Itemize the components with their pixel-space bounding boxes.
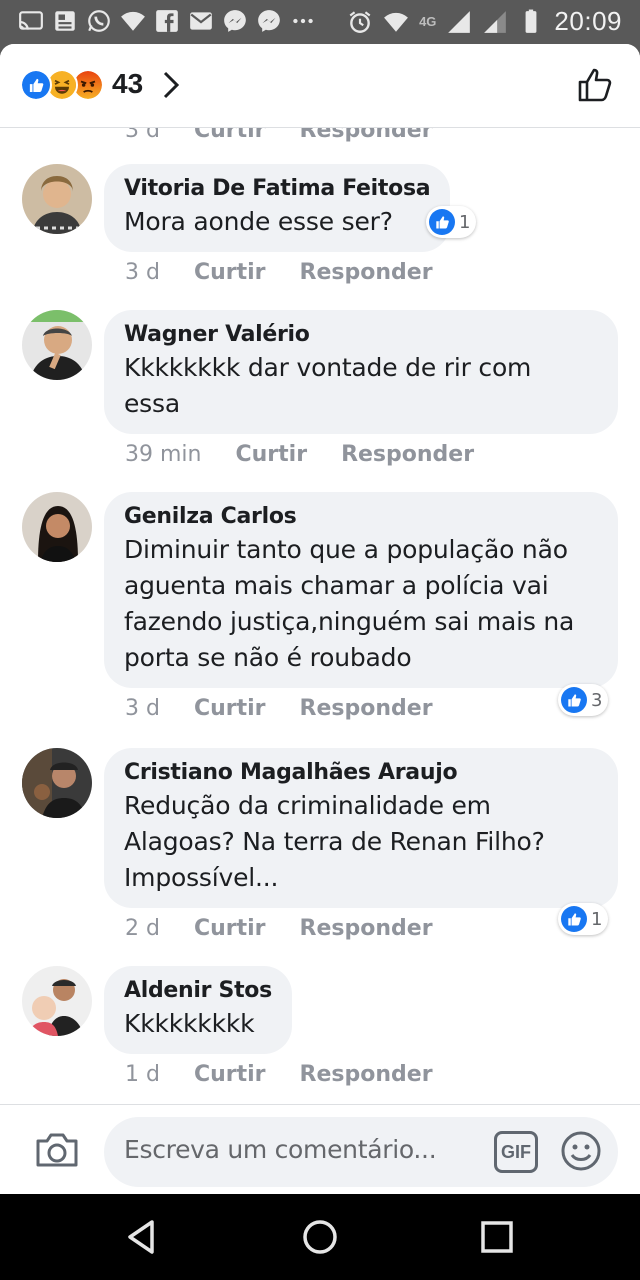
back-icon[interactable] (120, 1214, 166, 1260)
system-navigation-bar (0, 1194, 640, 1280)
like-link[interactable]: Curtir (194, 696, 266, 721)
comment-time: 3 d (125, 696, 160, 721)
like-reaction-icon (561, 687, 587, 713)
battery-icon (526, 9, 537, 33)
comment-author[interactable]: Aldenir Stos (124, 976, 272, 1006)
comment-author[interactable]: Cristiano Magalhães Araujo (124, 758, 598, 788)
like-reaction-icon (429, 209, 455, 235)
reaction-summary[interactable] (20, 69, 108, 101)
reply-link[interactable]: Responder (300, 260, 433, 285)
comment-input-placeholder: Escreva um comentário... (124, 1135, 437, 1164)
avatar[interactable] (22, 310, 92, 380)
comment-time: 2 d (125, 916, 160, 941)
avatar[interactable] (22, 164, 92, 234)
gif-button[interactable]: GIF (494, 1131, 538, 1173)
whatsapp-icon (88, 10, 110, 32)
cast-icon (19, 11, 43, 30)
network-type: 4G (419, 14, 437, 29)
camera-icon[interactable] (34, 1127, 80, 1173)
wifi-icon (384, 12, 408, 32)
comment-text-line: fazendo justiça,ninguém sai mais na (124, 607, 575, 636)
reply-link[interactable]: Responder (300, 916, 433, 941)
comment-text: Kkkkkkkkk (124, 1009, 255, 1038)
like-reaction-icon (20, 69, 52, 101)
recents-icon[interactable] (474, 1214, 520, 1260)
comment-text-line: Redução da criminalidade em (124, 791, 491, 820)
reply-link[interactable]: Responder (300, 696, 433, 721)
mail-icon (190, 12, 212, 30)
alarm-icon (349, 10, 371, 33)
comment-actions: 1 d Curtir Responder (125, 1062, 433, 1087)
messenger-icon (258, 10, 280, 32)
notification-icons (18, 8, 316, 34)
like-button[interactable] (576, 64, 616, 104)
avatar[interactable] (22, 966, 92, 1036)
like-reaction-icon (561, 906, 587, 932)
clock: 20:09 (554, 6, 622, 36)
comment-bubble[interactable]: Cristiano Magalhães Araujo Redução da cr… (104, 748, 618, 908)
comment-text-line: Kkkkkkkk dar vontade de rir com (124, 353, 532, 382)
like-link[interactable]: Curtir (194, 128, 266, 143)
reaction-number: 3 (591, 689, 603, 711)
like-link[interactable]: Curtir (194, 260, 266, 285)
news-icon (55, 11, 75, 31)
signal-icon (484, 10, 507, 33)
comment-time: 3 d (125, 260, 160, 285)
comment-text-line: Impossível... (124, 863, 279, 892)
status-bar: 4G 20:09 (0, 0, 640, 44)
comment-time: 3 d (125, 128, 160, 143)
comment-bubble[interactable]: Wagner Valério Kkkkkkkk dar vontade de r… (104, 310, 618, 434)
comments-sheet: 43 3 d Curtir Responder Vitoria De Fatim… (0, 44, 640, 1194)
signal-icon (448, 10, 471, 33)
comment-author[interactable]: Wagner Valério (124, 320, 598, 350)
comment-list: 3 d Curtir Responder Vitoria De Fatima F… (0, 128, 640, 1104)
chevron-right-icon[interactable] (160, 70, 182, 100)
home-icon[interactable] (297, 1214, 343, 1260)
emoji-icon[interactable] (559, 1129, 603, 1173)
comment-reaction-count[interactable]: 3 (558, 684, 609, 716)
comment-actions: 3 d Curtir Responder (125, 696, 433, 721)
comment-text-line: porta se não é roubado (124, 643, 412, 672)
comment-input[interactable]: Escreva um comentário... GIF (104, 1117, 618, 1187)
like-link[interactable]: Curtir (235, 442, 307, 467)
comment-composer: Escreva um comentário... GIF (0, 1104, 640, 1194)
previous-comment-actions: 3 d Curtir Responder (125, 128, 433, 143)
comment-text-line: Alagoas? Na terra de Renan Filho? (124, 827, 545, 856)
comment-actions: 3 d Curtir Responder (125, 260, 433, 285)
like-link[interactable]: Curtir (194, 916, 266, 941)
comment-author[interactable]: Genilza Carlos (124, 502, 598, 532)
comment-text: Mora aonde esse ser? (124, 207, 393, 236)
comment-time: 39 min (125, 442, 202, 467)
reply-link[interactable]: Responder (341, 442, 474, 467)
comment-time: 1 d (125, 1062, 160, 1087)
more-icon (293, 18, 313, 24)
reactions-header: 43 (0, 44, 640, 128)
system-icons: 4G 20:09 (347, 6, 622, 37)
comment-reaction-count[interactable]: 1 (558, 903, 609, 935)
comment-actions: 2 d Curtir Responder (125, 916, 433, 941)
comment-bubble[interactable]: Aldenir Stos Kkkkkkkkk (104, 966, 292, 1054)
avatar[interactable] (22, 492, 92, 562)
reply-link[interactable]: Responder (300, 1062, 433, 1087)
reply-link[interactable]: Responder (300, 128, 433, 143)
comment-text-line: aguenta mais chamar a polícia vai (124, 571, 549, 600)
like-link[interactable]: Curtir (194, 1062, 266, 1087)
comment-text-line: Diminuir tanto que a população não (124, 535, 568, 564)
messenger-icon (224, 10, 246, 32)
comment-author[interactable]: Vitoria De Fatima Feitosa (124, 174, 431, 204)
wifi-icon (121, 11, 145, 31)
reaction-number: 1 (591, 908, 603, 930)
reaction-number: 1 (459, 211, 471, 233)
comment-bubble[interactable]: Genilza Carlos Diminuir tanto que a popu… (104, 492, 618, 688)
comment-reaction-count[interactable]: 1 (426, 206, 477, 238)
avatar[interactable] (22, 748, 92, 818)
comment-bubble[interactable]: Vitoria De Fatima Feitosa Mora aonde ess… (104, 164, 451, 252)
comment-text-line: essa (124, 389, 180, 418)
comment-actions: 39 min Curtir Responder (125, 442, 474, 467)
facebook-icon (156, 10, 178, 32)
reaction-count[interactable]: 43 (112, 68, 143, 100)
